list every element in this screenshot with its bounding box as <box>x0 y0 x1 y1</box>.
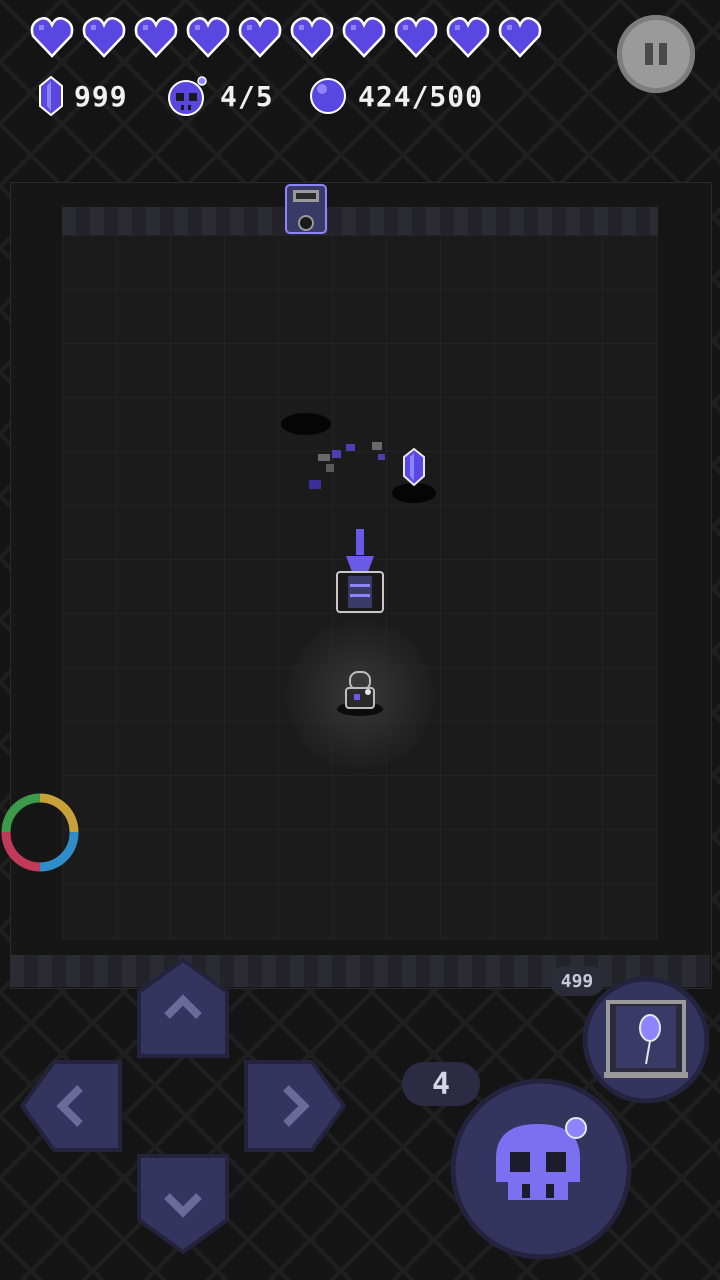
heart-icon <box>498 17 542 58</box>
orb-count: 424/500 <box>358 79 484 113</box>
heart-icon <box>394 17 438 58</box>
heart-icon <box>186 17 230 58</box>
pit-hole <box>281 413 331 435</box>
skull-bomb-counter: 4/5 <box>166 75 274 117</box>
player-character <box>345 671 375 709</box>
purple-turret-icon <box>336 529 384 613</box>
attack-button[interactable] <box>450 1078 632 1260</box>
heart-icon <box>82 17 126 58</box>
heart-icon <box>134 17 178 58</box>
heart-icon <box>290 17 334 58</box>
gem-count: 999 <box>74 79 128 113</box>
dpad-left-button[interactable] <box>20 1060 124 1152</box>
dpad-right-button[interactable] <box>242 1060 346 1152</box>
broken-debris <box>309 442 385 489</box>
skull-bomb-icon <box>168 76 207 116</box>
top-door-icon[interactable] <box>282 183 330 237</box>
gem-pickup-icon[interactable] <box>402 448 426 486</box>
balloon-scroll-icon <box>604 1000 688 1078</box>
heart-icon <box>446 17 490 58</box>
pause-icon <box>645 43 653 65</box>
orb-counter: 424/500 <box>308 75 483 117</box>
heart-icon <box>30 17 74 58</box>
room-wall-top <box>62 207 658 237</box>
heart-icon <box>342 17 386 58</box>
orb-icon <box>310 78 346 114</box>
dpad-up-button[interactable] <box>137 958 229 1060</box>
pause-icon-bar <box>659 43 667 65</box>
heart-icon <box>238 17 282 58</box>
health-hearts <box>30 16 542 58</box>
skull-bomb-count: 4/5 <box>220 79 274 113</box>
pause-button[interactable] <box>617 15 695 93</box>
gem-icon <box>39 76 63 116</box>
gem-counter: 999 <box>38 75 128 117</box>
cooldown-ring <box>1 793 79 872</box>
dpad-down-button[interactable] <box>137 1152 229 1254</box>
gem-shadow <box>392 483 436 503</box>
